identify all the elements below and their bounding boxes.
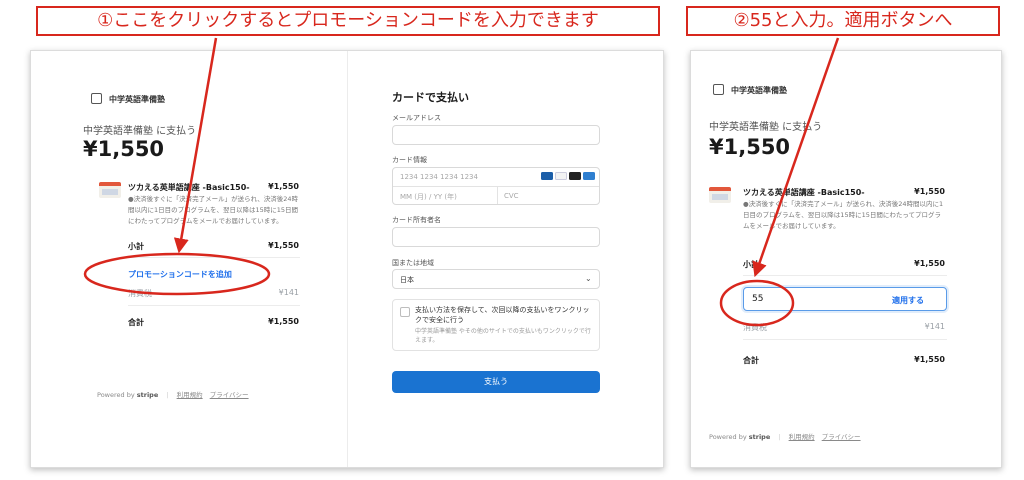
country-select[interactable]: 日本 ⌄ <box>392 269 600 289</box>
powered-by-label: Powered by <box>97 391 135 399</box>
promo-code-value: 55 <box>752 294 764 304</box>
subtotal-label: 小計 <box>743 260 759 269</box>
divider <box>128 257 300 258</box>
store-name: 中学英語準備塾 <box>109 95 165 104</box>
amount-due: ¥1,550 <box>709 135 791 159</box>
stripe-logo: stripe <box>748 433 771 441</box>
amex-icon <box>583 172 595 180</box>
store-icon <box>713 84 724 95</box>
footer: Powered by stripe | 利用規約 プライバシー <box>97 391 249 399</box>
step2-caption: ②55と入力。適用ボタンへ <box>686 6 1000 36</box>
payment-form: カードで支払い メールアドレス カード情報 1234 1234 1234 123… <box>347 51 663 467</box>
step1-caption: ①ここをクリックするとプロモーションコードを入力できます <box>36 6 660 36</box>
checkout-screenshot-2: 中学英語準備塾 中学英語準備塾 に支払う ¥1,550 ツカえる英単語講座 -B… <box>690 50 1002 468</box>
tax-label: 消費税 <box>128 289 152 298</box>
powered-by-label: Powered by <box>709 433 747 441</box>
save-payment-box: 支払い方法を保存して、次回以降の支払いをワンクリックで安全に行う 中学英語準備塾… <box>392 299 600 351</box>
terms-link[interactable]: 利用規約 <box>789 433 815 441</box>
save-payment-title: 支払い方法を保存して、次回以降の支払いをワンクリックで安全に行う <box>415 306 590 324</box>
order-summary: 中学英語準備塾 中学英語準備塾 に支払う ¥1,550 ツカえる英単語講座 -B… <box>31 51 347 467</box>
payment-form-title: カードで支払い <box>392 91 469 104</box>
pay-to-label: 中学英語準備塾 に支払う <box>83 126 197 137</box>
tax-value: ¥141 <box>924 322 945 331</box>
privacy-link[interactable]: プライバシー <box>210 391 249 399</box>
promo-code-input[interactable]: 55 適用する <box>743 287 947 311</box>
divider <box>743 339 947 340</box>
total-value: ¥1,550 <box>914 355 945 364</box>
divider <box>128 305 300 306</box>
visa-icon <box>555 172 567 180</box>
amount-due: ¥1,550 <box>83 137 165 161</box>
cardholder-field[interactable] <box>392 227 600 247</box>
card-number-input[interactable]: 1234 1234 1234 1234 <box>400 173 478 181</box>
chevron-down-icon: ⌄ <box>585 274 592 283</box>
privacy-link[interactable]: プライバシー <box>822 433 861 441</box>
product-name: ツカえる英単語講座 -Basic150- <box>128 183 250 192</box>
email-field[interactable] <box>392 125 600 145</box>
cvc-input[interactable]: CVC <box>504 192 519 200</box>
cardholder-label: カード所有者名 <box>392 216 441 224</box>
product-thumbnail <box>99 182 121 198</box>
save-payment-subtext: 中学英語準備塾 やその他のサイトでの支払いもワンクリックで行えます。 <box>415 328 591 344</box>
terms-link[interactable]: 利用規約 <box>177 391 203 399</box>
email-label: メールアドレス <box>392 114 441 122</box>
stripe-logo: stripe <box>136 391 159 399</box>
store-name: 中学英語準備塾 <box>731 86 787 95</box>
card-info-label: カード情報 <box>392 156 427 164</box>
product-description: ●決済後すぐに「決済完了メール」が送られ、決済後24時間以内に1日目のプログラム… <box>743 200 944 230</box>
card-info-group: 1234 1234 1234 1234 MM (月) / YY (年) CVC <box>392 167 600 205</box>
country-label: 国または地域 <box>392 259 434 267</box>
store-icon <box>91 93 102 104</box>
mastercard-icon <box>569 172 581 180</box>
product-price: ¥1,550 <box>914 187 945 196</box>
save-payment-checkbox[interactable] <box>400 307 410 317</box>
subtotal-value: ¥1,550 <box>914 259 945 268</box>
product-price: ¥1,550 <box>268 182 299 191</box>
product-description: ●決済後すぐに「決済完了メール」が送られ、決済後24時間以内に1日目のプログラム… <box>128 195 299 225</box>
subtotal-label: 小計 <box>128 242 144 251</box>
product-thumbnail <box>709 187 731 203</box>
checkout-screenshot-1: 中学英語準備塾 中学英語準備塾 に支払う ¥1,550 ツカえる英単語講座 -B… <box>30 50 664 468</box>
pay-to-label: 中学英語準備塾 に支払う <box>709 122 823 133</box>
total-value: ¥1,550 <box>268 317 299 326</box>
country-value: 日本 <box>400 276 414 284</box>
tax-label: 消費税 <box>743 323 767 332</box>
subtotal-value: ¥1,550 <box>268 241 299 250</box>
footer: Powered by stripe | 利用規約 プライバシー <box>709 433 861 441</box>
jcb-icon <box>541 172 553 180</box>
tax-value: ¥141 <box>278 288 299 297</box>
card-brand-icons <box>541 172 597 182</box>
add-promo-code-link[interactable]: プロモーションコードを追加 <box>128 269 232 280</box>
divider <box>743 275 947 276</box>
total-label: 合計 <box>743 356 759 365</box>
total-label: 合計 <box>128 318 144 327</box>
apply-promo-button[interactable]: 適用する <box>892 295 924 306</box>
pay-button[interactable]: 支払う <box>392 371 600 393</box>
expiry-input[interactable]: MM (月) / YY (年) <box>400 192 457 202</box>
product-name: ツカえる英単語講座 -Basic150- <box>743 188 865 197</box>
